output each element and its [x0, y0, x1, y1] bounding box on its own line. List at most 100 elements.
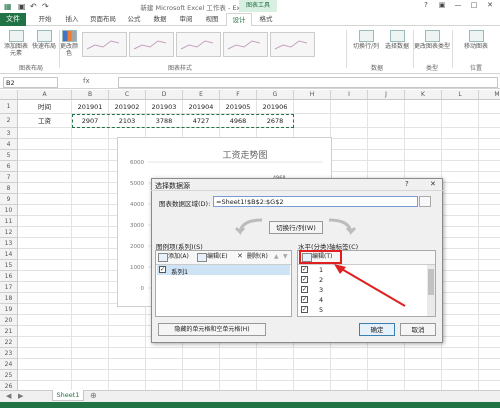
grid-cell[interactable]	[18, 172, 72, 183]
grid-cell[interactable]	[72, 205, 109, 216]
grid-cell[interactable]	[72, 161, 109, 172]
grid-cell[interactable]	[72, 260, 109, 271]
column-header[interactable]: C	[109, 90, 146, 100]
grid-cell[interactable]	[183, 359, 220, 370]
grid-cell[interactable]	[479, 183, 500, 194]
grid-cell[interactable]	[146, 348, 183, 359]
sheet-scroll-left-icon[interactable]: ◀	[6, 392, 11, 400]
name-box[interactable]: B2	[3, 77, 58, 88]
add-sheet-icon[interactable]: ⊕	[90, 391, 97, 400]
grid-cell[interactable]	[18, 128, 72, 139]
grid-cell[interactable]	[479, 150, 500, 161]
grid-cell[interactable]	[72, 293, 109, 304]
row-header[interactable]: 14	[0, 249, 18, 260]
grid-cell[interactable]	[220, 348, 257, 359]
row-header[interactable]: 12	[0, 227, 18, 238]
row-header[interactable]: 10	[0, 205, 18, 216]
grid-cell[interactable]	[72, 150, 109, 161]
grid-cell[interactable]	[146, 370, 183, 381]
grid-cell[interactable]	[479, 114, 500, 128]
grid-cell[interactable]	[479, 100, 500, 114]
row-header[interactable]: 2	[0, 114, 18, 128]
column-header[interactable]: A	[18, 90, 72, 100]
grid-cell[interactable]	[442, 161, 479, 172]
grid-cell[interactable]	[294, 100, 331, 114]
switch-row-column-dialog-button[interactable]: 切换行/列(W)	[269, 221, 323, 234]
grid-cell[interactable]	[442, 293, 479, 304]
grid-cell[interactable]	[479, 238, 500, 249]
grid-cell[interactable]	[442, 282, 479, 293]
grid-cell[interactable]	[479, 282, 500, 293]
chart-style-thumb-2[interactable]	[129, 32, 174, 57]
grid-cell[interactable]	[442, 100, 479, 114]
help-icon[interactable]: ?	[420, 1, 432, 11]
grid-cell[interactable]	[405, 139, 442, 150]
grid-cell[interactable]	[331, 139, 368, 150]
row-header[interactable]: 3	[0, 128, 18, 139]
grid-cell[interactable]	[479, 304, 500, 315]
grid-cell[interactable]	[331, 114, 368, 128]
grid-cell[interactable]	[442, 227, 479, 238]
grid-cell[interactable]	[294, 348, 331, 359]
grid-cell[interactable]	[442, 326, 479, 337]
grid-cell[interactable]	[442, 150, 479, 161]
row-header[interactable]: 15	[0, 260, 18, 271]
grid-cell[interactable]	[257, 359, 294, 370]
grid-cell[interactable]	[294, 370, 331, 381]
grid-cell[interactable]	[442, 205, 479, 216]
hidden-empty-cells-button[interactable]: 隐藏的单元格和空单元格(H)	[158, 323, 266, 336]
grid-cell[interactable]	[294, 359, 331, 370]
tab-file[interactable]: 文件	[0, 13, 26, 26]
grid-cell[interactable]	[479, 359, 500, 370]
select-all-corner[interactable]	[0, 90, 18, 100]
grid-cell[interactable]	[479, 315, 500, 326]
grid-cell[interactable]	[294, 114, 331, 128]
dialog-help-icon[interactable]: ?	[405, 180, 409, 188]
grid-cell[interactable]	[18, 271, 72, 282]
grid-cell[interactable]	[18, 238, 72, 249]
grid-cell[interactable]	[368, 150, 405, 161]
grid-cell[interactable]	[331, 128, 368, 139]
sheet-scroll-right-icon[interactable]: ▶	[18, 392, 23, 400]
move-chart-button[interactable]: 移动图表	[462, 30, 490, 50]
grid-cell[interactable]	[72, 348, 109, 359]
undo-icon[interactable]: ↶	[30, 2, 37, 11]
switch-row-column-button[interactable]: 切换行/列	[350, 30, 382, 50]
ok-button[interactable]: 确定	[359, 323, 395, 336]
grid-cell[interactable]	[442, 114, 479, 128]
column-header[interactable]: F	[220, 90, 257, 100]
grid-cell[interactable]	[442, 370, 479, 381]
grid-cell[interactable]	[479, 172, 500, 183]
legend-item[interactable]: ✓ 系列1	[157, 265, 290, 276]
column-header[interactable]: K	[405, 90, 442, 100]
scrollbar-thumb[interactable]	[428, 269, 434, 295]
cancel-button[interactable]: 取消	[400, 323, 436, 336]
grid-cell[interactable]	[479, 161, 500, 172]
add-series-button[interactable]: 添加(A)	[157, 252, 197, 262]
grid-cell[interactable]	[331, 359, 368, 370]
grid-cell[interactable]	[220, 381, 257, 390]
column-header[interactable]: M	[479, 90, 500, 100]
row-header[interactable]: 4	[0, 139, 18, 150]
column-header[interactable]: H	[294, 90, 331, 100]
column-header[interactable]: D	[146, 90, 183, 100]
sheet-tab-sheet1[interactable]: Sheet1	[52, 390, 84, 401]
grid-cell[interactable]	[405, 381, 442, 390]
grid-cell[interactable]	[18, 370, 72, 381]
grid-cell[interactable]	[18, 139, 72, 150]
row-header[interactable]: 18	[0, 293, 18, 304]
grid-cell[interactable]	[18, 304, 72, 315]
grid-cell[interactable]	[405, 370, 442, 381]
tab-format[interactable]: 格式	[254, 13, 278, 26]
row-header[interactable]: 13	[0, 238, 18, 249]
grid-cell[interactable]	[72, 326, 109, 337]
grid-cell[interactable]	[368, 348, 405, 359]
grid-cell[interactable]	[479, 381, 500, 390]
tab-insert[interactable]: 插入	[60, 13, 84, 26]
grid-cell[interactable]	[405, 150, 442, 161]
row-header[interactable]: 21	[0, 326, 18, 337]
chart-style-thumb-1[interactable]	[82, 32, 127, 57]
row-header[interactable]: 17	[0, 282, 18, 293]
grid-cell[interactable]	[109, 326, 146, 337]
grid-cell[interactable]	[368, 128, 405, 139]
